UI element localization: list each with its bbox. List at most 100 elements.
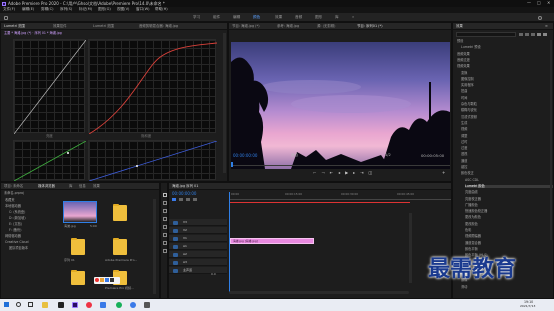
app-icon[interactable] <box>86 302 92 308</box>
tab-audio-mixer[interactable]: 音频剪辑混合器: 海滩.jpg <box>139 24 178 28</box>
tree-local-drives[interactable]: 本地驱动器 <box>5 204 21 208</box>
selection-tool-icon[interactable] <box>163 193 167 197</box>
windows-start-icon[interactable] <box>4 302 9 307</box>
effects-tree-item[interactable]: 更改为颜色 <box>465 216 481 219</box>
mark-in-icon[interactable]: ⌐ <box>313 171 316 175</box>
track-target-toggle[interactable] <box>173 268 178 273</box>
record-icon[interactable] <box>95 278 99 282</box>
minimize-button[interactable]: — <box>527 1 531 5</box>
workspace-tab-learn[interactable]: 学习 <box>193 15 200 20</box>
32bit-filter-icon[interactable] <box>525 33 529 36</box>
tree-drive-c[interactable]: C: (系统盘) <box>9 210 25 214</box>
type-tool-icon[interactable] <box>163 249 167 253</box>
effects-tree-item[interactable]: 音频效果 <box>457 52 470 56</box>
monitor-playhead[interactable] <box>231 162 233 167</box>
app-icon[interactable] <box>100 302 106 308</box>
settings-icon[interactable] <box>193 198 197 201</box>
track-target-toggle[interactable] <box>173 228 178 233</box>
task-view-icon[interactable] <box>28 302 33 307</box>
folder-icon[interactable] <box>71 269 85 285</box>
app-icon[interactable] <box>144 302 150 308</box>
tab-info[interactable]: 信息 <box>79 184 86 188</box>
effects-tree-item[interactable]: 预设 <box>457 39 463 43</box>
track-target-toggle[interactable] <box>173 244 178 249</box>
tree-drive-e[interactable]: E: (文档) <box>9 222 22 226</box>
tab-sequence[interactable]: 海滩.jpg 序列 01 <box>172 184 198 188</box>
effects-tree-item[interactable]: 通道混合器 <box>465 241 481 245</box>
clock-date[interactable]: 2021/7/13 <box>520 305 535 308</box>
video-clip[interactable]: 海滩.jpg [海滩.jpg] <box>230 238 314 244</box>
track-header[interactable]: V3 <box>169 219 227 226</box>
track-header[interactable]: A2 <box>169 251 227 258</box>
effects-tree-item[interactable]: 视频效果 <box>457 64 470 68</box>
effects-tree-item[interactable]: 沉浸式视频 <box>461 115 477 119</box>
app-icon[interactable] <box>116 302 122 308</box>
step-forward-icon[interactable]: ▸ <box>353 171 355 175</box>
effects-tree-item[interactable]: 图像控制 <box>461 77 474 81</box>
effects-tree-item[interactable]: Lumetri 颜色 <box>465 184 553 189</box>
master-volume-value[interactable]: 0.0 <box>211 273 216 276</box>
menu-view[interactable]: 视图(V) <box>117 7 129 12</box>
tab-program-sequence[interactable]: 节目: 序列01 (*) <box>357 24 383 28</box>
track-header[interactable]: V1 <box>169 235 227 242</box>
workspace-tab-graphics[interactable]: 图形 <box>315 15 322 20</box>
delete-icon[interactable] <box>543 33 547 36</box>
project-scrollbar[interactable] <box>153 199 156 294</box>
effects-tree-item[interactable]: 调整 <box>461 134 467 138</box>
effects-tree-item[interactable]: 颜色校正 <box>461 172 474 175</box>
effects-tree-item[interactable]: 视频 <box>461 127 467 131</box>
folder-icon[interactable] <box>113 237 127 255</box>
tab-reference[interactable]: 参考: 海滩.jpg <box>277 24 299 28</box>
workspace-tab-effects[interactable]: 效果 <box>275 15 282 20</box>
menu-graphics[interactable]: 图形(G) <box>98 7 111 12</box>
effects-tree-item[interactable]: 快速颜色校正器 <box>465 209 487 213</box>
effects-scrollbar[interactable] <box>550 40 552 240</box>
menu-clip[interactable]: 剪辑(C) <box>41 7 54 12</box>
menu-help[interactable]: 帮助(H) <box>155 7 168 12</box>
workspace-tab-assembly[interactable]: 组件 <box>213 15 220 20</box>
menu-window[interactable]: 窗口(W) <box>136 7 150 12</box>
tab-lumetri-scopes[interactable]: Lumetri 范围 <box>4 24 25 28</box>
keyboard-icon[interactable] <box>110 278 114 282</box>
effects-tree-item[interactable]: 实用程序 <box>461 83 474 87</box>
timeline-ruler[interactable]: 00:00 00:00:15:00 00:00:30:00 00:00:45:0… <box>229 192 451 200</box>
workspace-more[interactable]: » <box>352 15 354 20</box>
effects-tree-item[interactable]: 键控 <box>461 165 467 169</box>
workspace-tab-libraries[interactable]: 库 <box>335 15 339 20</box>
pen-icon[interactable] <box>100 278 104 282</box>
tab-effects-small[interactable]: 效果 <box>93 184 100 188</box>
home-icon[interactable] <box>4 15 8 20</box>
track-header[interactable]: 主声道 <box>169 267 227 274</box>
tree-favorites[interactable]: 收藏夹 <box>5 198 15 202</box>
track-header[interactable]: A3 <box>169 259 227 266</box>
close-button[interactable]: ✕ <box>547 1 550 5</box>
yuv-filter-icon[interactable] <box>531 33 535 36</box>
effects-tree-item[interactable]: 亮度曲线 <box>465 190 478 194</box>
effects-tree-item[interactable]: 生成 <box>461 121 467 125</box>
effects-tree-item[interactable]: 过时 <box>461 140 467 144</box>
tab-lumetri-scopes-2[interactable]: Lumetri 范围 <box>93 24 114 28</box>
file-explorer-icon[interactable] <box>42 302 48 308</box>
effects-tree-item[interactable]: 扭曲 <box>461 90 467 93</box>
add-marker-icon[interactable] <box>186 198 190 201</box>
workspace-tab-audio[interactable]: 音频 <box>295 15 302 20</box>
play-icon[interactable]: ▶ <box>345 171 348 175</box>
track-header[interactable]: A1 <box>169 243 227 250</box>
tree-drive-d[interactable]: D: (新加坡) <box>9 216 26 220</box>
effects-tree-item[interactable]: 音频过渡 <box>457 58 470 62</box>
track-target-toggle[interactable] <box>173 220 178 225</box>
export-frame-icon[interactable]: ◫ <box>369 171 373 175</box>
effects-tree-item[interactable]: 变换 <box>461 71 467 75</box>
beach-thumbnail[interactable] <box>63 201 97 223</box>
folder-icon[interactable] <box>71 237 85 255</box>
tab-libraries[interactable]: 库 <box>69 184 72 188</box>
ripple-edit-tool-icon[interactable] <box>163 209 167 213</box>
program-timecode-current[interactable]: 00:00:00:00 <box>233 154 257 158</box>
effects-tree-item[interactable]: 滑动 <box>461 285 467 289</box>
quality-dropdown[interactable]: 1/2 <box>385 153 391 158</box>
tree-network-drives[interactable]: 网络驱动器 <box>5 234 21 238</box>
effects-tree-item[interactable]: 亮度校正器 <box>465 197 481 201</box>
effects-tree-item[interactable]: 杂色与颗粒 <box>461 102 477 106</box>
add-button-icon[interactable]: + <box>442 171 445 175</box>
menu-file[interactable]: 文件(F) <box>3 7 15 12</box>
